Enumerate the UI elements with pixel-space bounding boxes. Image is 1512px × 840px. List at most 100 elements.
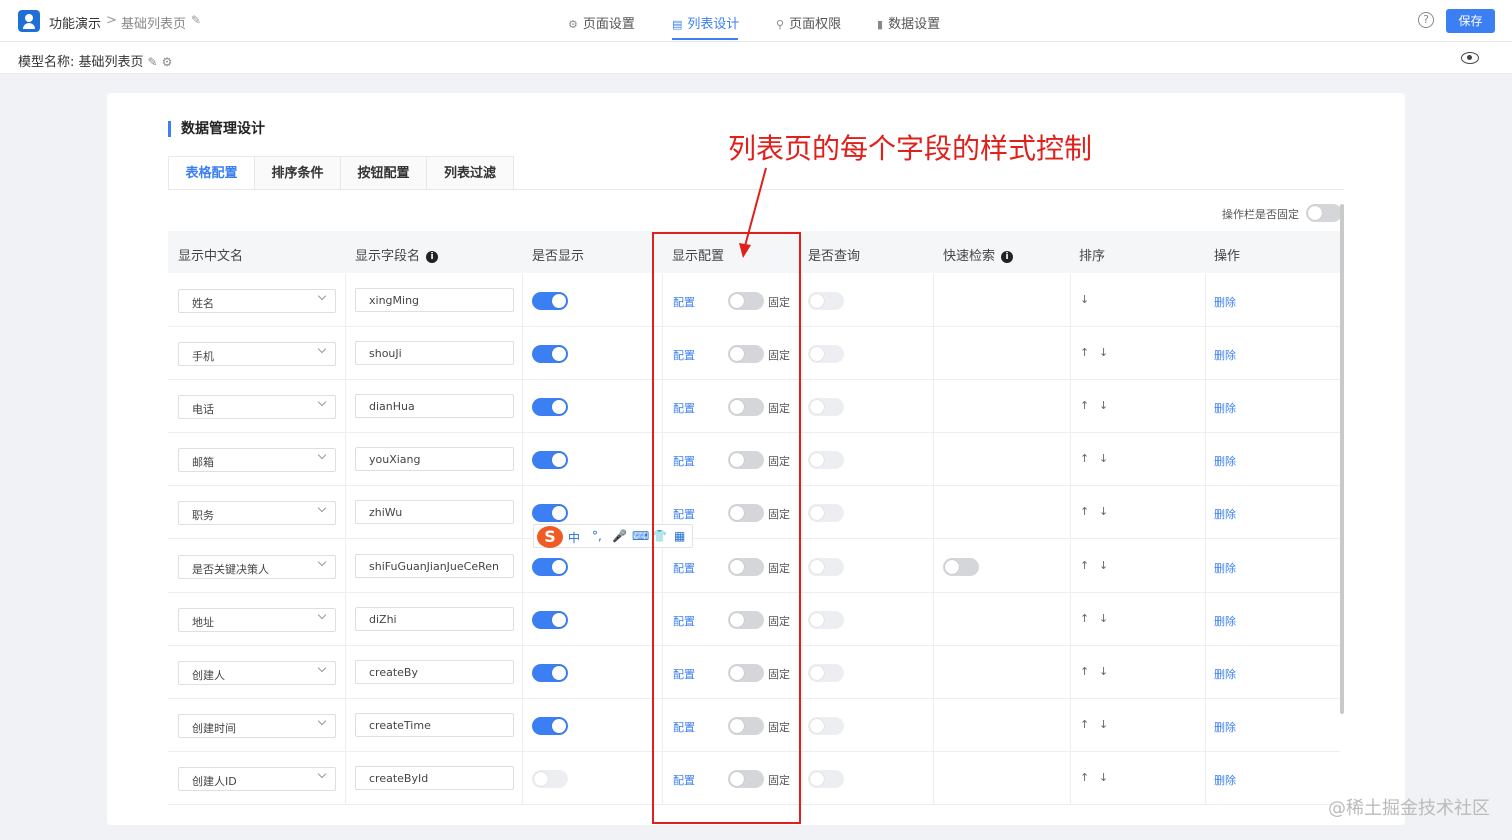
move-up-icon[interactable]: ↑ [1080, 771, 1089, 784]
tab-page-settings[interactable]: ⚙ 页面设置 [568, 13, 635, 32]
field-name-input[interactable]: shouJi [355, 341, 514, 366]
is-queryable-toggle[interactable] [808, 769, 844, 788]
display-name-select[interactable]: 姓名 [178, 289, 336, 313]
table-scrollbar[interactable] [1340, 204, 1344, 714]
tab-button-config[interactable]: 按钮配置 [341, 157, 427, 190]
field-name-input[interactable]: xingMing [355, 288, 514, 312]
display-name-select[interactable]: 是否关键决策人 [178, 554, 336, 579]
is-shown-toggle[interactable] [532, 663, 568, 682]
tab-sort-conditions[interactable]: 排序条件 [255, 157, 341, 190]
delete-link[interactable]: 删除 [1214, 666, 1236, 682]
is-shown-toggle[interactable] [532, 292, 568, 310]
delete-link[interactable]: 删除 [1214, 347, 1236, 363]
is-shown-toggle[interactable] [532, 504, 568, 523]
delete-link[interactable]: 删除 [1214, 506, 1236, 522]
move-up-icon[interactable]: ↑ [1080, 399, 1089, 412]
is-shown-toggle[interactable] [532, 557, 568, 576]
move-down-icon[interactable]: ↓ [1099, 612, 1108, 625]
display-name-select[interactable]: 职务 [178, 501, 336, 526]
tab-table-config[interactable]: 表格配置 [169, 157, 255, 190]
move-down-icon[interactable]: ↓ [1099, 346, 1108, 359]
tab-page-permissions[interactable]: ⚲ 页面权限 [776, 13, 841, 32]
delete-link[interactable]: 删除 [1214, 560, 1236, 576]
is-queryable-toggle[interactable] [808, 345, 844, 364]
is-queryable-toggle[interactable] [808, 504, 844, 523]
user-logo-icon[interactable] [18, 10, 40, 32]
header-is-shown: 是否显示 [532, 249, 585, 264]
move-down-icon[interactable]: ↓ [1099, 505, 1108, 518]
field-name-input[interactable]: diZhi [355, 606, 514, 631]
is-queryable-toggle[interactable] [808, 398, 844, 417]
is-shown-toggle[interactable] [532, 398, 568, 417]
is-queryable-toggle[interactable] [808, 451, 844, 470]
is-shown-toggle[interactable] [532, 716, 568, 735]
is-queryable-toggle[interactable] [808, 716, 844, 735]
field-name-input[interactable]: shiFuGuanJianJueCeRen [355, 553, 514, 578]
delete-link[interactable]: 删除 [1214, 400, 1236, 416]
tab-data-settings[interactable]: ▮ 数据设置 [877, 13, 940, 32]
is-queryable-toggle[interactable] [808, 663, 844, 682]
is-queryable-toggle[interactable] [808, 557, 844, 576]
delete-link[interactable]: 删除 [1214, 772, 1236, 788]
is-shown-toggle[interactable] [532, 610, 568, 629]
ime-punctuation-icon[interactable]: °, [592, 529, 602, 543]
move-down-icon[interactable]: ↓ [1099, 559, 1108, 572]
field-name-input[interactable]: createById [355, 765, 514, 790]
move-down-icon[interactable]: ↓ [1099, 665, 1108, 678]
move-up-icon[interactable]: ↑ [1080, 612, 1089, 625]
is-shown-toggle[interactable] [532, 769, 568, 788]
delete-link[interactable]: 删除 [1214, 613, 1236, 629]
annotation-text: 列表页的每个字段的样式控制 [728, 132, 1093, 165]
is-queryable-toggle[interactable] [808, 292, 844, 310]
move-down-icon[interactable]: ↓ [1099, 452, 1108, 465]
move-down-icon[interactable]: ↓ [1080, 293, 1089, 306]
quick-search-toggle[interactable] [943, 557, 979, 576]
sogou-logo-icon[interactable]: S [537, 526, 563, 548]
save-button[interactable]: 保存 [1446, 9, 1495, 33]
move-up-icon[interactable]: ↑ [1080, 718, 1089, 731]
move-down-icon[interactable]: ↓ [1099, 718, 1108, 731]
tab-list-design[interactable]: ▤ 列表设计 [672, 13, 739, 32]
action-column-fixed-toggle[interactable] [1306, 204, 1342, 222]
delete-link[interactable]: 删除 [1214, 294, 1236, 310]
move-up-icon[interactable]: ↑ [1080, 559, 1089, 572]
edit-page-name-icon[interactable]: ✎ [191, 13, 201, 27]
column-divider [933, 751, 934, 805]
display-name-select[interactable]: 创建时间 [178, 713, 336, 738]
delete-link[interactable]: 删除 [1214, 719, 1236, 735]
move-up-icon[interactable]: ↑ [1080, 665, 1089, 678]
delete-link[interactable]: 删除 [1214, 453, 1236, 469]
is-queryable-toggle[interactable] [808, 610, 844, 629]
field-name-input[interactable]: zhiWu [355, 500, 514, 525]
display-name-select[interactable]: 邮箱 [178, 448, 336, 473]
move-up-icon[interactable]: ↑ [1080, 452, 1089, 465]
edit-icon[interactable]: ✎ [148, 55, 158, 69]
move-up-icon[interactable]: ↑ [1080, 505, 1089, 518]
column-divider [802, 486, 803, 540]
tab-list-filter[interactable]: 列表过滤 [427, 157, 513, 190]
preview-eye-icon[interactable] [1461, 52, 1479, 64]
move-down-icon[interactable]: ↓ [1099, 399, 1108, 412]
settings-icon[interactable]: ⚙ [162, 55, 173, 69]
breadcrumb-app[interactable]: 功能演示 [49, 13, 101, 32]
display-name-select[interactable]: 手机 [178, 342, 336, 367]
move-down-icon[interactable]: ↓ [1099, 771, 1108, 784]
display-name-select[interactable]: 创建人 [178, 660, 336, 685]
display-name-select[interactable]: 地址 [178, 607, 336, 632]
is-shown-toggle[interactable] [532, 345, 568, 364]
field-name-input[interactable]: youXiang [355, 447, 514, 472]
help-icon[interactable]: ? [1418, 12, 1434, 28]
field-name-input[interactable]: dianHua [355, 394, 514, 419]
display-name-value: 创建时间 [192, 721, 236, 735]
ime-chinese-mode[interactable]: 中 [568, 529, 580, 546]
ime-keyboard-icon[interactable]: ⌨ [632, 529, 649, 543]
ime-microphone-icon[interactable]: 🎤 [612, 529, 627, 543]
display-name-select[interactable]: 创建人ID [178, 766, 336, 791]
info-icon[interactable]: i [426, 250, 439, 263]
info-icon[interactable]: i [1001, 250, 1014, 263]
move-up-icon[interactable]: ↑ [1080, 346, 1089, 359]
is-shown-toggle[interactable] [532, 451, 568, 470]
display-name-select[interactable]: 电话 [178, 395, 336, 420]
field-name-input[interactable]: createTime [355, 712, 514, 737]
field-name-input[interactable]: createBy [355, 659, 514, 684]
